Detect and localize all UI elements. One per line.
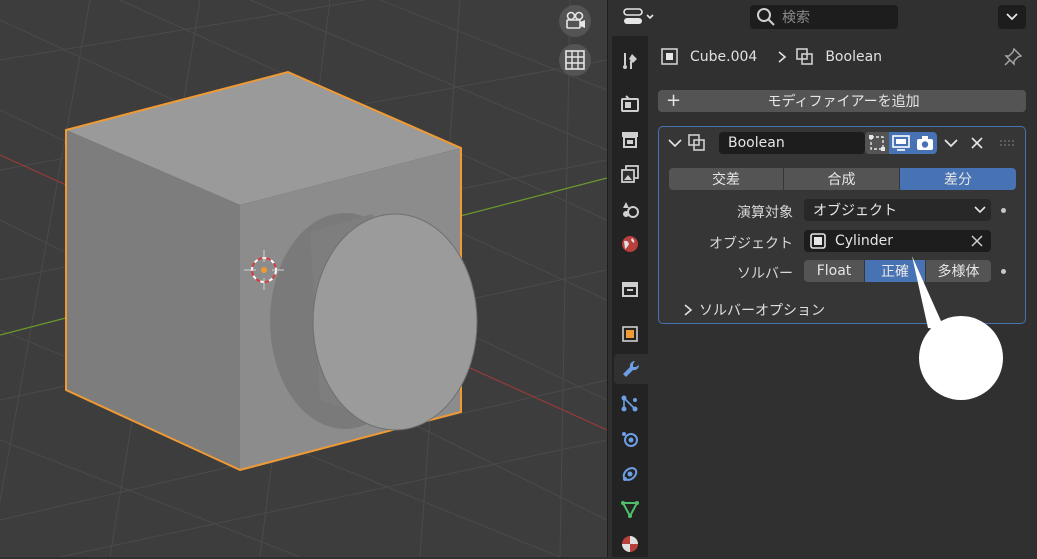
object-icon <box>661 48 678 65</box>
editor-type-dropdown[interactable] <box>618 5 662 29</box>
tab-tool[interactable] <box>614 46 646 76</box>
tab-modifiers[interactable] <box>614 354 648 384</box>
drag-handle-icon[interactable] <box>999 139 1015 147</box>
constraints-icon <box>622 467 638 481</box>
search-input[interactable]: 検索 <box>750 5 898 29</box>
breadcrumb: Cube.004 Boolean <box>660 46 882 68</box>
viewport-display-toggle[interactable] <box>889 132 913 154</box>
chevron-down-icon <box>944 139 958 148</box>
solver-manifold[interactable]: 多様体 <box>926 260 991 282</box>
operation-union[interactable]: 合成 <box>784 168 899 190</box>
boolean-modifier-icon <box>688 134 705 151</box>
editor-type-icon <box>623 8 654 24</box>
cylinder-cap <box>312 213 478 431</box>
search-icon <box>757 8 775 26</box>
boolean-modifier-panel: Boolean 交差 合成 差分 演算対象 オブジェクト オブジェクト Cyli… <box>658 126 1026 324</box>
edit-mode-icon <box>869 135 885 151</box>
wrench-icon <box>623 360 640 377</box>
solver-exact[interactable]: 正確 <box>865 260 925 282</box>
keyframe-dot[interactable] <box>1001 208 1006 213</box>
plus-icon: + <box>666 90 682 111</box>
boolean-modifier-icon <box>796 48 814 65</box>
chevron-right-icon <box>778 51 787 63</box>
chevron-down-icon <box>974 206 986 214</box>
chevron-down-icon <box>1006 13 1018 21</box>
particles-icon <box>621 395 638 412</box>
tab-material[interactable] <box>614 529 646 559</box>
data-icon <box>621 501 639 519</box>
grid-icon <box>565 50 585 70</box>
viewport-scene <box>0 0 607 557</box>
3d-viewport[interactable] <box>0 0 607 557</box>
operation-intersect[interactable]: 交差 <box>669 168 783 190</box>
view-layer-icon <box>621 165 639 183</box>
operation-difference[interactable]: 差分 <box>900 168 1016 190</box>
tab-collection[interactable] <box>614 274 646 304</box>
operand-type-value: オブジェクト <box>813 203 897 219</box>
solver-float[interactable]: Float <box>804 260 864 282</box>
edit-mode-toggle[interactable] <box>865 132 889 154</box>
tab-particles[interactable] <box>614 389 646 419</box>
tab-render[interactable] <box>614 89 646 119</box>
solver-options-label: ソルバーオプション <box>699 303 825 319</box>
tab-output[interactable] <box>614 124 646 154</box>
breadcrumb-object: Cube.004 <box>690 49 758 65</box>
monitor-icon <box>892 135 910 151</box>
world-icon <box>622 236 638 252</box>
material-icon <box>622 536 638 552</box>
render-toggle[interactable] <box>913 132 937 154</box>
options-dropdown[interactable] <box>998 5 1026 29</box>
properties-tabs <box>612 36 648 557</box>
camera-view-button[interactable] <box>559 5 591 37</box>
physics-icon <box>622 432 638 447</box>
object-value: Cylinder <box>835 233 893 249</box>
pin-icon[interactable] <box>1004 48 1022 66</box>
remove-modifier-button[interactable] <box>965 132 989 154</box>
tab-scene[interactable] <box>614 194 646 224</box>
collapse-chevron-icon[interactable] <box>668 138 682 148</box>
operand-type-dropdown[interactable]: オブジェクト <box>804 199 991 221</box>
properties-header: 検索 <box>608 0 1037 34</box>
solver-label: ソルバー <box>737 266 793 282</box>
modifier-properties: Cube.004 Boolean + モディファイアーを追加 Boolean 交… <box>648 34 1037 557</box>
tab-object[interactable] <box>614 319 646 349</box>
collection-icon <box>622 282 638 297</box>
operand-type-label: 演算対象 <box>737 205 793 221</box>
modifier-name-field[interactable]: Boolean <box>719 132 865 154</box>
keyframe-dot[interactable] <box>1001 269 1006 274</box>
add-modifier-label: モディファイアーを追加 <box>767 94 920 110</box>
tool-icon <box>623 53 637 69</box>
tab-constraints[interactable] <box>614 459 646 489</box>
tab-view-layer[interactable] <box>614 159 646 189</box>
object-label: オブジェクト <box>709 236 793 252</box>
output-icon <box>622 132 638 148</box>
render-icon <box>621 95 639 112</box>
breadcrumb-modifier: Boolean <box>825 49 883 65</box>
tab-physics[interactable] <box>614 424 646 454</box>
modifier-menu-dropdown[interactable] <box>939 132 963 154</box>
object-field[interactable]: Cylinder <box>804 230 991 252</box>
close-icon <box>971 137 983 149</box>
scene-icon <box>623 202 639 218</box>
grid-view-button[interactable] <box>559 44 591 76</box>
camera-icon <box>566 11 585 29</box>
search-placeholder: 検索 <box>782 10 810 26</box>
tab-world[interactable] <box>614 229 646 259</box>
object-icon <box>810 233 826 249</box>
camera-icon <box>917 136 933 150</box>
object-icon <box>622 326 638 342</box>
solver-options-subpanel[interactable]: ソルバーオプション <box>683 300 825 320</box>
properties-panel: 検索 Cube.004 Boolean + モディファイアーを追加 Boolea… <box>607 0 1037 557</box>
chevron-right-icon <box>684 304 693 316</box>
clear-icon[interactable] <box>971 235 983 247</box>
tab-data[interactable] <box>614 494 646 524</box>
add-modifier-button[interactable]: + モディファイアーを追加 <box>658 90 1026 112</box>
